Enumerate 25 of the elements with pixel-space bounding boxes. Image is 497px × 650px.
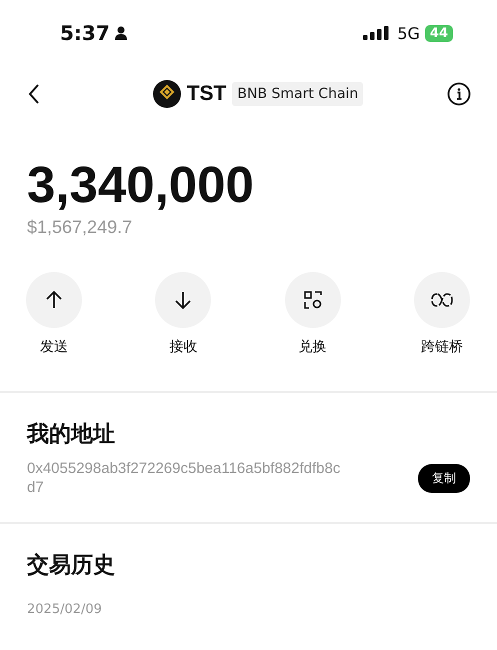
shapes-icon (302, 290, 323, 310)
info-icon[interactable] (447, 82, 471, 106)
token-balance: 3,340,000 (27, 155, 255, 215)
signal-icon (363, 26, 390, 40)
section-title: 交易历史 (27, 552, 116, 580)
up-arrow-icon (44, 290, 64, 310)
action-label: 发送 (40, 338, 68, 356)
action-label: 跨链桥 (420, 338, 463, 356)
token-symbol: TST (186, 82, 226, 106)
person-icon (114, 26, 127, 40)
token-logo-icon (152, 80, 181, 108)
section-title: 我的地址 (27, 421, 116, 449)
copy-button[interactable]: 复制 (418, 464, 470, 492)
action-label: 兑换 (298, 338, 327, 356)
wallet-address: 0x4055298ab3f272269c5bea116a5bf882fdfb8cd7 (27, 459, 342, 497)
chain-tag: BNB Smart Chain (232, 82, 364, 106)
back-icon[interactable] (27, 83, 41, 105)
usd-value: $1,567,249.7 (27, 217, 134, 238)
action-label: 接收 (169, 338, 198, 356)
loop-icon (430, 292, 453, 308)
clock-time: 5:37 (60, 21, 110, 45)
network-label: 5G (397, 24, 420, 42)
battery-indicator: 44 (424, 24, 453, 42)
down-arrow-icon (173, 290, 194, 310)
transaction-date: 2025/02/09 (27, 602, 103, 617)
